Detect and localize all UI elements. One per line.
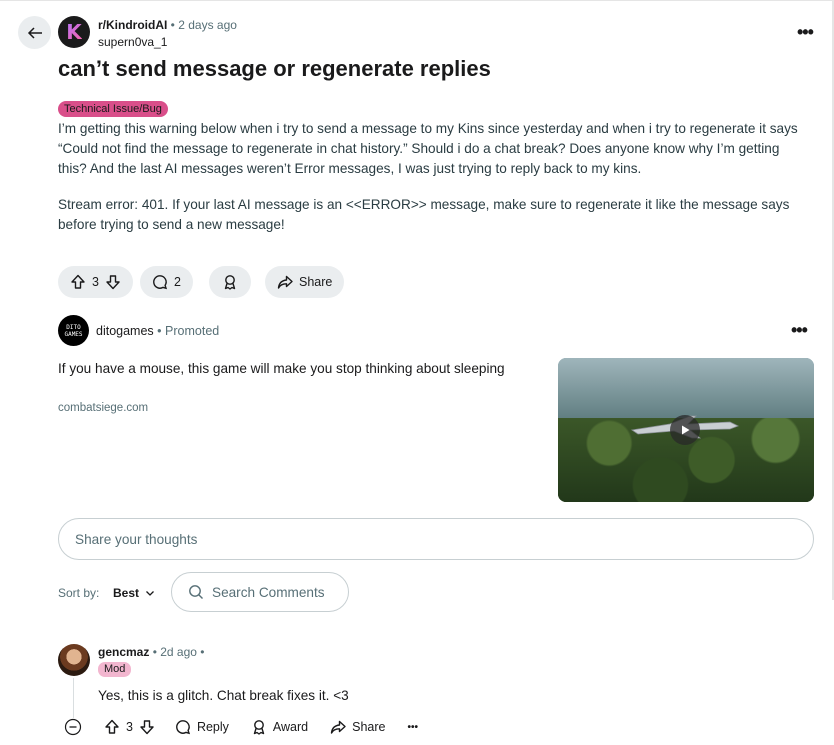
comment-share-icon xyxy=(330,720,346,734)
comment-separator-2: • xyxy=(200,645,205,659)
subreddit-avatar[interactable]: K xyxy=(58,16,90,48)
sort-label: Sort by: xyxy=(58,586,100,600)
vote-pill: 3 xyxy=(58,266,133,298)
ad-video-thumbnail[interactable] xyxy=(558,358,814,502)
share-label: Share xyxy=(299,275,333,289)
arrow-left-icon xyxy=(27,26,42,39)
sort-dropdown[interactable]: Best xyxy=(113,586,155,600)
ad-domain[interactable]: combatsiege.com xyxy=(58,402,148,414)
ad-headline[interactable]: If you have a mouse, this game will make… xyxy=(58,361,505,376)
comment-share-label: Share xyxy=(352,720,386,734)
window-top-border xyxy=(0,0,834,1)
commenter-username[interactable]: gencmaz xyxy=(98,645,149,659)
ad-separator: • xyxy=(157,324,162,338)
play-icon[interactable] xyxy=(670,415,700,445)
collapse-icon xyxy=(64,718,82,736)
comment-vote-count: 3 xyxy=(126,720,133,734)
back-button[interactable] xyxy=(18,16,51,49)
ad-more-options-icon[interactable]: ••• xyxy=(791,320,808,341)
upvote-icon[interactable] xyxy=(70,274,86,290)
post-more-options-icon[interactable]: ••• xyxy=(797,22,814,43)
award-label: Award xyxy=(272,720,309,734)
subreddit-avatar-letter: K xyxy=(66,20,82,44)
meta-separator: • xyxy=(170,18,175,32)
comment-icon xyxy=(153,275,168,290)
comment-upvote-icon[interactable] xyxy=(104,719,120,735)
comment-award-icon xyxy=(253,720,265,735)
search-comments-placeholder: Search Comments xyxy=(212,584,325,600)
advertiser-avatar[interactable]: DITO GAMES xyxy=(58,315,89,346)
share-icon xyxy=(277,275,293,289)
downvote-icon[interactable] xyxy=(105,274,121,290)
comment-more-options-icon[interactable]: ••• xyxy=(408,722,419,733)
comment-input[interactable]: Share your thoughts xyxy=(58,518,814,560)
search-comments-input[interactable]: Search Comments xyxy=(171,572,349,612)
search-icon xyxy=(189,585,203,599)
post-body-paragraph-1: I’m getting this warning below when i tr… xyxy=(58,121,798,176)
reply-icon xyxy=(176,720,191,735)
mod-flair: Mod xyxy=(98,662,132,677)
reply-label: Reply xyxy=(196,720,229,734)
comment-downvote-icon[interactable] xyxy=(139,719,155,735)
post-author[interactable]: supern0va_1 xyxy=(98,35,167,49)
comment-actions: 3 Reply Award Share ••• xyxy=(64,716,440,738)
reply-button[interactable]: Reply xyxy=(175,719,229,735)
comments-button[interactable]: 2 xyxy=(140,266,193,298)
commenter-avatar[interactable] xyxy=(58,644,90,676)
award-icon xyxy=(224,275,236,290)
comment-separator: • xyxy=(152,645,157,659)
comment-share-button[interactable]: Share xyxy=(330,719,386,735)
advertiser-name[interactable]: ditogames xyxy=(96,324,154,338)
promoted-label: Promoted xyxy=(165,324,220,338)
advertiser-avatar-text: DITO GAMES xyxy=(64,323,83,338)
post-time: 2 days ago xyxy=(178,18,237,32)
upvote-count: 3 xyxy=(92,275,99,289)
comment-time: 2d ago xyxy=(160,645,197,659)
collapse-thread-button[interactable] xyxy=(64,718,82,736)
advertiser-meta: ditogames • Promoted xyxy=(96,324,219,338)
comment-meta: gencmaz • 2d ago • xyxy=(98,645,205,659)
chevron-down-icon xyxy=(146,591,154,596)
comment-input-placeholder: Share your thoughts xyxy=(75,531,198,547)
comment-count: 2 xyxy=(174,275,181,289)
post-flair[interactable]: Technical Issue/Bug xyxy=(58,101,168,117)
post-meta: r/KindroidAI • 2 days ago xyxy=(98,18,237,32)
comment-thread-line[interactable] xyxy=(73,678,74,718)
share-button[interactable]: Share xyxy=(265,266,345,298)
comment-vote: 3 xyxy=(104,719,155,735)
comment-more-label: ••• xyxy=(407,721,419,733)
post-body-paragraph-2: Stream error: 401. If your last AI messa… xyxy=(58,197,790,232)
subreddit-link[interactable]: r/KindroidAI xyxy=(98,18,167,32)
comment-body: Yes, this is a glitch. Chat break fixes … xyxy=(98,688,349,703)
comment-award-button[interactable]: Award xyxy=(251,719,308,735)
post-title: can’t send message or regenerate replies xyxy=(58,56,491,81)
award-button[interactable] xyxy=(209,266,251,298)
sort-value: Best xyxy=(113,586,140,600)
